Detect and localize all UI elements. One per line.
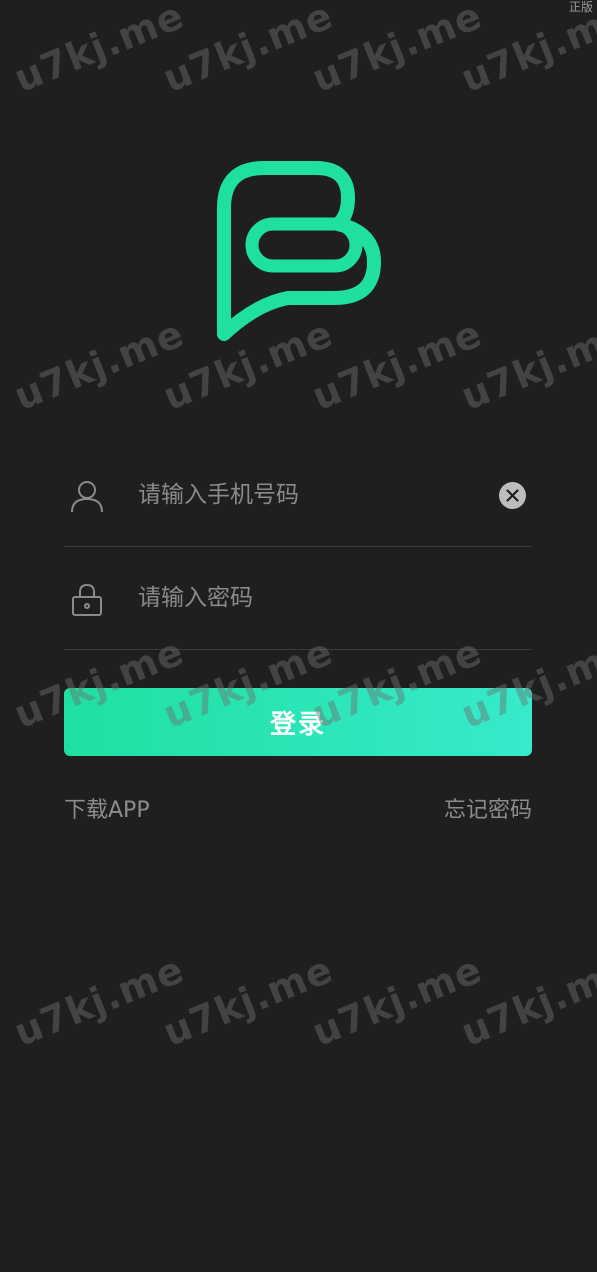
watermark: u7kj.me [306,947,489,1055]
watermark: u7kj.me [157,947,340,1055]
lock-icon [72,583,102,616]
clear-icon [506,489,519,502]
user-icon [71,481,103,513]
phone-input[interactable] [136,474,470,516]
password-field [64,547,532,650]
watermark: u7kj.me [157,0,340,101]
app-logo [217,161,381,341]
download-app-link[interactable]: 下载APP [64,792,150,824]
corner-label: 正版 [568,0,593,14]
watermark: u7kj.me [306,0,489,101]
watermark: u7kj.me [455,947,597,1055]
phone-field [64,444,532,547]
clear-phone-button[interactable] [499,482,526,509]
password-input[interactable] [136,577,470,619]
watermark: u7kj.me [8,311,191,419]
watermark: u7kj.me [455,0,597,101]
watermark: u7kj.me [8,0,191,101]
watermark: u7kj.me [455,311,597,419]
forgot-password-link[interactable]: 忘记密码 [444,792,532,824]
watermark: u7kj.me [8,947,191,1055]
login-button[interactable]: 登录 [64,688,532,756]
